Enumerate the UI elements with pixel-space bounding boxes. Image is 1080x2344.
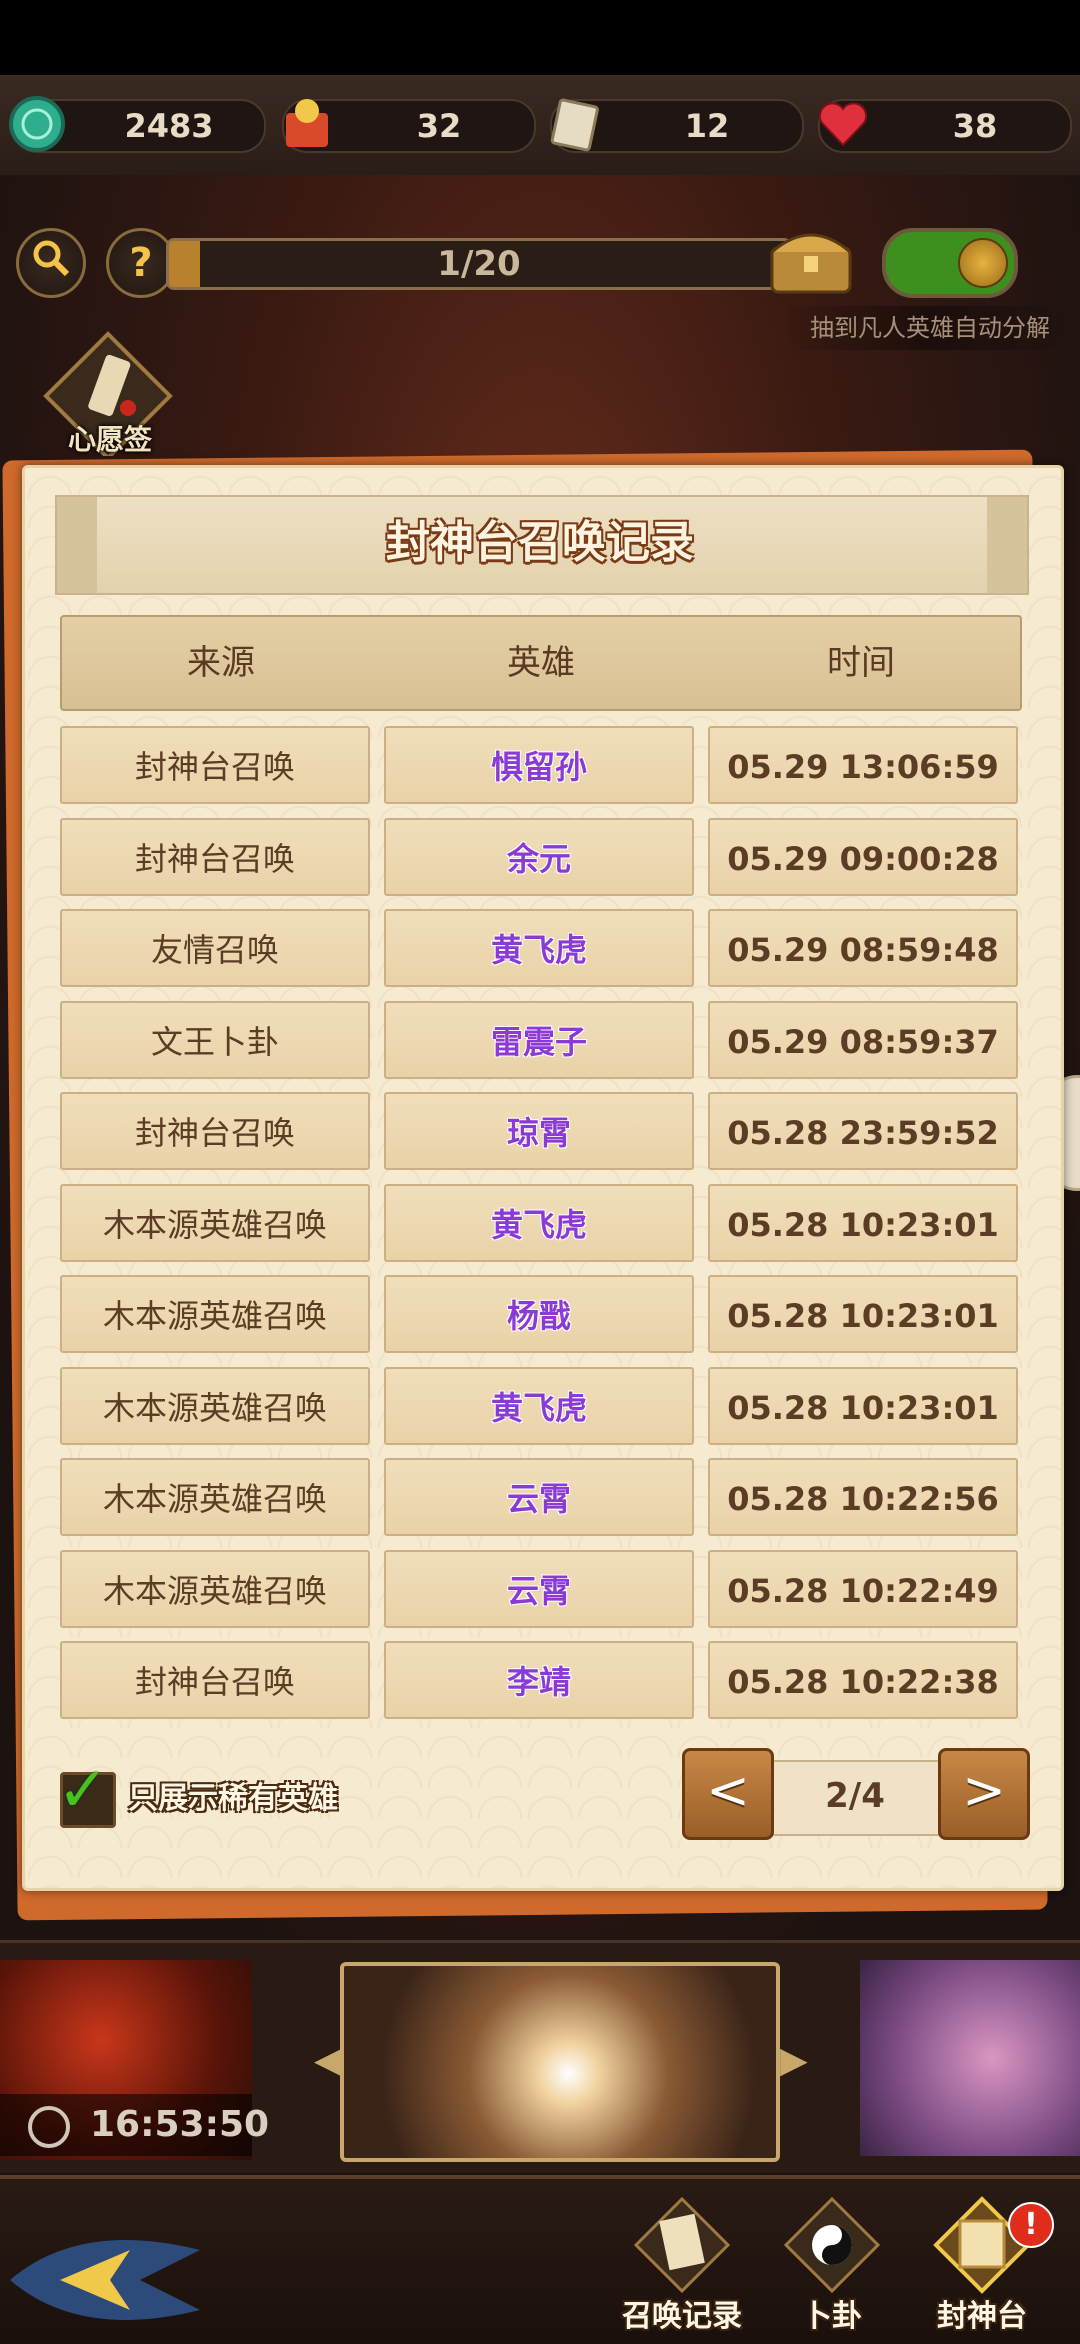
nav-label: 召唤记录: [622, 2299, 742, 2334]
row-time: 05.28 10:22:38: [708, 1641, 1018, 1719]
row-source: 木本源英雄召唤: [60, 1549, 370, 1628]
resource-summon[interactable]: 32: [282, 99, 536, 153]
resource-value: 12: [684, 107, 730, 145]
row-source: 木本源英雄召唤: [60, 1183, 370, 1262]
notification-badge: !: [1008, 2202, 1054, 2248]
nav-label: 封神台: [937, 2299, 1027, 2334]
search-button[interactable]: [16, 228, 86, 298]
ticket-icon: [544, 93, 606, 155]
rare-only-label: 只展示稀有英雄: [128, 1781, 338, 1816]
countdown-timer: 16:53:50: [0, 2094, 269, 2156]
row-hero: 黄飞虎: [384, 909, 694, 987]
progress-text: 1/20: [437, 244, 521, 284]
resource-value: 38: [952, 107, 998, 145]
next-page-button[interactable]: >: [938, 1748, 1030, 1840]
resource-ticket[interactable]: 12: [550, 98, 804, 153]
row-hero: 黄飞虎: [384, 1183, 694, 1262]
resource-bar: 2483 32 12 38: [0, 75, 1080, 179]
back-button[interactable]: [0, 2210, 220, 2330]
jade-coin-icon: [6, 93, 68, 155]
row-source: 封神台召唤: [60, 817, 370, 896]
row-source: 文王卜卦: [60, 1000, 370, 1079]
scroll-record-icon: [632, 2195, 732, 2295]
rare-only-checkbox[interactable]: ✓: [57, 1753, 116, 1828]
page-indicator: 2/4: [825, 1776, 885, 1816]
row-time: 05.29 08:59:37: [708, 1000, 1018, 1079]
treasure-chest-icon[interactable]: [766, 222, 856, 296]
row-time: 05.29 08:59:48: [708, 909, 1018, 987]
row-time: 05.29 13:06:59: [708, 726, 1018, 804]
search-icon: [31, 238, 71, 288]
row-time: 05.29 09:00:28: [708, 817, 1018, 896]
row-hero: 云霄: [384, 1549, 694, 1628]
auto-decompose-label: 抽到凡人英雄自动分解: [780, 306, 1080, 350]
question-icon: ?: [129, 240, 153, 286]
header-hero: 英雄: [507, 643, 575, 683]
bagua-icon: [782, 2195, 882, 2295]
row-source: 友情召唤: [60, 909, 370, 987]
row-hero: 琼霄: [384, 1092, 694, 1170]
dialog-title: 封神台召唤记录: [386, 517, 694, 568]
banner-left-arrow-icon[interactable]: ◀: [314, 2040, 342, 2081]
row-time: 05.28 10:22:49: [708, 1549, 1018, 1628]
row-source: 封神台召唤: [60, 1641, 370, 1719]
header-source: 来源: [187, 643, 255, 683]
row-hero: 惧留孙: [384, 726, 694, 804]
row-time: 05.28 23:59:52: [708, 1092, 1018, 1170]
banner-right-arrow-icon[interactable]: ▶: [780, 2040, 808, 2081]
checkmark-icon: ✓: [57, 1753, 109, 1826]
row-hero: 云霄: [384, 1458, 694, 1536]
auto-decompose-toggle[interactable]: [882, 228, 1018, 298]
heart-icon: [812, 93, 874, 155]
row-time: 05.28 10:23:01: [708, 1275, 1018, 1353]
resource-value: 32: [416, 107, 462, 145]
wish-tag-label: 心愿签: [67, 423, 152, 456]
status-bar: [0, 0, 1080, 75]
row-source: 木本源英雄召唤: [60, 1458, 370, 1536]
row-hero: 余元: [384, 817, 694, 896]
hero-summon-card[interactable]: [860, 1960, 1080, 2156]
resource-heart[interactable]: 38: [818, 99, 1072, 153]
row-hero: 黄飞虎: [384, 1366, 694, 1445]
clock-icon: [28, 2106, 70, 2148]
resource-jade[interactable]: 2483: [9, 96, 266, 153]
row-source: 封神台召唤: [60, 726, 370, 804]
row-source: 木本源英雄召唤: [60, 1366, 370, 1445]
current-summon-card[interactable]: [340, 1962, 780, 2162]
row-time: 05.28 10:23:01: [708, 1183, 1018, 1262]
resource-value: 2483: [124, 107, 214, 145]
countdown-text: 16:53:50: [90, 2104, 270, 2145]
row-source: 封神台召唤: [60, 1092, 370, 1170]
nav-summon-record[interactable]: 召唤记录: [612, 2195, 752, 2335]
header-time: 时间: [827, 643, 895, 683]
row-hero: 雷震子: [384, 1000, 694, 1079]
row-hero: 李靖: [384, 1641, 694, 1719]
row-hero: 杨戬: [384, 1275, 694, 1353]
row-time: 05.28 10:22:56: [708, 1458, 1018, 1536]
row-source: 木本源英雄召唤: [60, 1275, 370, 1353]
progress-bar: 1/20: [166, 238, 792, 290]
prev-page-button[interactable]: <: [682, 1748, 774, 1840]
nav-label: 卜卦: [802, 2299, 862, 2334]
nav-divination[interactable]: 卜卦: [762, 2195, 902, 2335]
toggle-knob: [958, 238, 1008, 288]
row-time: 05.28 10:23:01: [708, 1366, 1018, 1445]
table-header: 来源 英雄 时间: [60, 615, 1022, 711]
summon-gift-icon: [276, 93, 338, 155]
